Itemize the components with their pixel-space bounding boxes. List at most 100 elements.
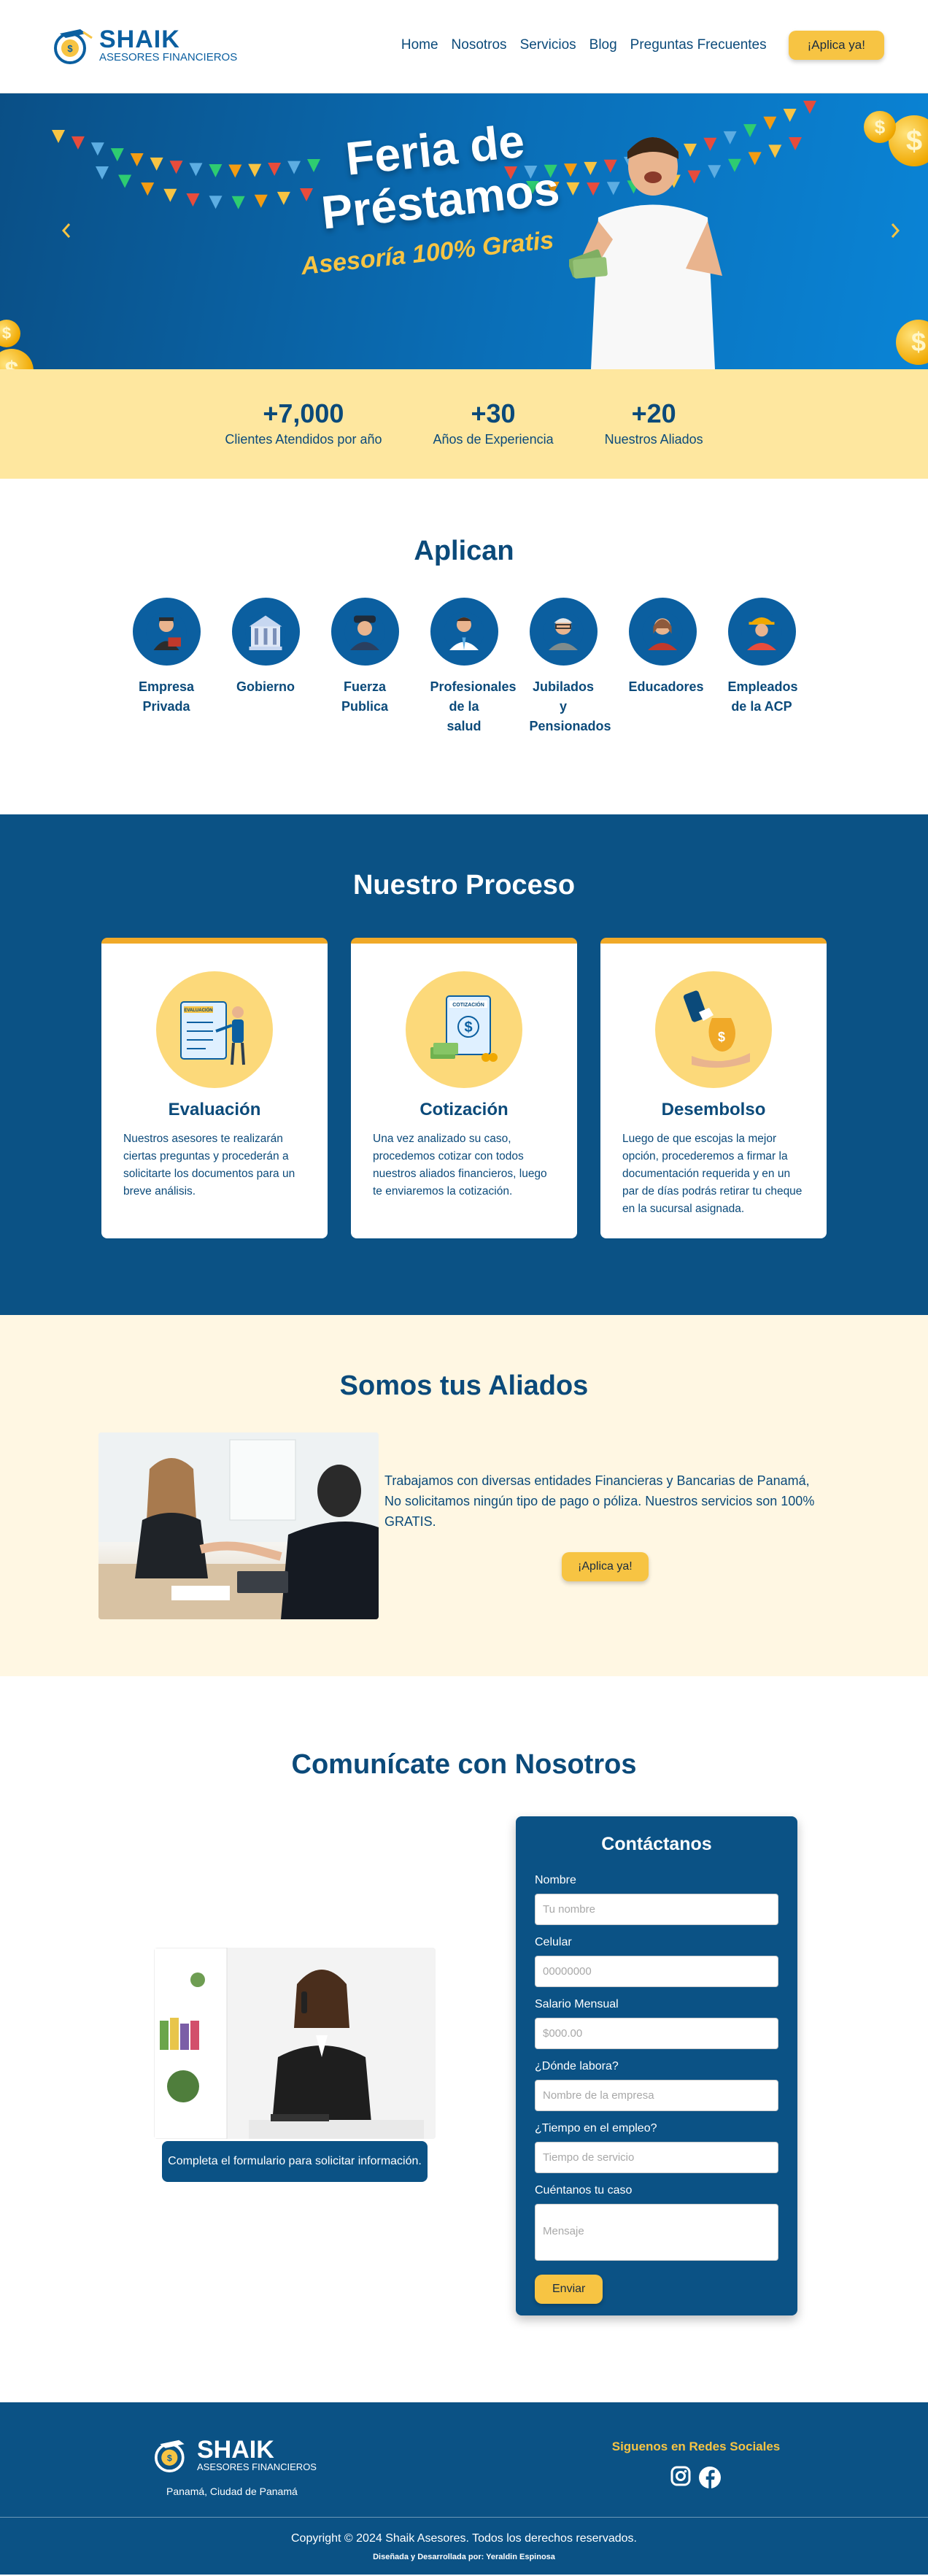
apply-button-aliados[interactable]: ¡Aplica ya! — [562, 1552, 649, 1581]
stat-label: Clientes Atendidos por año — [225, 432, 382, 447]
aliados-section: Somos tus Aliados Trabajamos con diversa… — [0, 1315, 928, 1676]
bunting-flag — [254, 194, 268, 208]
category-label: Empleados de la ACP — [727, 679, 798, 714]
category-icon-circle — [529, 598, 598, 666]
bunting-flag — [783, 108, 797, 122]
bunting-flag — [209, 164, 223, 178]
category-item: Empleados de la ACP — [727, 598, 798, 736]
office-photo — [154, 1948, 436, 2139]
empresa-input[interactable] — [535, 2080, 778, 2111]
section-title: Somos tus Aliados — [339, 1370, 589, 1401]
stat-allies: +20 Nuestros Aliados — [605, 398, 703, 479]
process-step-title: Cotización — [419, 1100, 509, 1119]
tiempo-input[interactable] — [535, 2142, 778, 2173]
retiree-icon — [543, 612, 584, 652]
svg-text:$: $ — [464, 1019, 472, 1036]
stat-label: Nuestros Aliados — [604, 432, 703, 447]
nombre-input[interactable] — [535, 1894, 778, 1925]
copyright-text: Copyright © 2024 Shaik Asesores. Todos l… — [291, 2532, 637, 2545]
bunting-flag — [209, 196, 223, 209]
quote-badge-text: COTIZACIÓN — [452, 1001, 484, 1008]
bunting-flag — [268, 162, 282, 176]
footer-logo[interactable]: $ SHAIK ASESORES FINANCIEROS — [152, 2437, 317, 2472]
main-nav: Home Nosotros Servicios Blog Preguntas F… — [401, 31, 884, 60]
bunting-flag — [186, 193, 200, 207]
field-label-empresa: ¿Dónde labora? — [535, 2060, 619, 2072]
brand-name: SHAIK — [99, 26, 180, 53]
bunting-flag — [277, 191, 290, 205]
bunting-flag — [110, 148, 124, 162]
handshake-illustration — [98, 1432, 379, 1619]
category-item: Profesionales de la salud — [430, 598, 517, 736]
nav-nosotros[interactable]: Nosotros — [452, 37, 507, 53]
coin-icon: $ — [864, 111, 896, 143]
celular-input[interactable] — [535, 1956, 778, 1987]
logo[interactable]: $ SHAIK ASESORES FINANCIEROS — [51, 26, 237, 64]
apply-button-header[interactable]: ¡Aplica ya! — [788, 31, 884, 60]
section-title: Nuestro Proceso — [352, 870, 576, 901]
bunting-flag — [189, 163, 203, 177]
evaluation-badge-text: EVALUACIÓN — [184, 1007, 212, 1013]
category-icon-circle — [628, 598, 697, 666]
footer-brand-name: SHAIK — [197, 2435, 274, 2464]
handshake-photo — [98, 1432, 379, 1619]
category-icon-circle — [430, 598, 498, 666]
category-icon-circle — [727, 598, 796, 666]
process-step-title: Evaluación — [168, 1100, 261, 1119]
section-title: Comunícate con Nosotros — [291, 1749, 637, 1780]
aliados-text: Trabajamos con diversas entidades Financ… — [384, 1473, 815, 1529]
category-icon-circle — [132, 598, 201, 666]
stat-experience: +30 Años de Experiencia — [433, 398, 553, 479]
site-header: $ SHAIK ASESORES FINANCIEROS Home Nosotr… — [0, 0, 928, 93]
process-card-cotizacion: COTIZACIÓN $ Cotización Una vez analizad… — [351, 938, 577, 1238]
site-footer: $ SHAIK ASESORES FINANCIEROS Panamá, Ciu… — [0, 2402, 928, 2575]
process-step-text: Una vez analizado su caso, procedemos co… — [373, 1133, 547, 1198]
stats-band: +7,000 Clientes Atendidos por año +30 Añ… — [0, 369, 928, 479]
stat-value: +30 — [471, 398, 516, 428]
bunting-flag — [768, 144, 782, 158]
bunting-flag — [803, 101, 816, 114]
stat-clients: +7,000 Clientes Atendidos por año — [225, 398, 382, 479]
facebook-icon[interactable] — [698, 2466, 722, 2489]
nav-blog[interactable]: Blog — [589, 37, 617, 53]
bunting-flag — [118, 174, 132, 188]
mensaje-textarea[interactable] — [535, 2204, 778, 2261]
bunting-flag — [789, 137, 802, 150]
category-label: Fuerza Publica — [341, 679, 389, 714]
process-card-desembolso: $ Desembolso Luego de que escojas la mej… — [600, 938, 827, 1238]
bunting-flag — [71, 136, 85, 150]
quote-illustration: COTIZACIÓN $ — [406, 971, 522, 1088]
bunting-flag — [141, 182, 155, 196]
footer-divider — [0, 2517, 928, 2518]
nav-servicios[interactable]: Servicios — [520, 37, 576, 53]
process-step-text: Nuestros asesores te realizarán ciertas … — [123, 1133, 295, 1198]
disbursement-illustration: $ — [655, 971, 772, 1088]
office-caption: Completa el formulario para solicitar in… — [162, 2141, 428, 2182]
instagram-icon[interactable] — [670, 2466, 691, 2486]
field-label-tiempo: ¿Tiempo en el empleo? — [535, 2122, 657, 2135]
section-title: Aplican — [414, 536, 514, 566]
category-label: Gobierno — [236, 679, 295, 694]
social-title: Siguenos en Redes Sociales — [611, 2440, 781, 2453]
category-label: Educadores — [628, 679, 704, 694]
carousel-prev[interactable] — [61, 217, 71, 244]
carousel-next[interactable] — [890, 217, 900, 244]
salario-input[interactable] — [535, 2018, 778, 2049]
process-step-text: Luego de que escojas la mejor opción, pr… — [622, 1133, 803, 1215]
nav-faq[interactable]: Preguntas Frecuentes — [630, 37, 767, 53]
category-item: Educadores — [628, 598, 704, 736]
police-officer-icon — [344, 612, 385, 652]
field-label-nombre: Nombre — [535, 1874, 576, 1886]
bunting-flag — [763, 116, 777, 130]
nav-home[interactable]: Home — [401, 37, 438, 53]
svg-text:$: $ — [67, 43, 73, 54]
government-building-icon — [245, 612, 286, 652]
submit-button[interactable]: Enviar — [535, 2275, 603, 2304]
form-title: Contáctanos — [601, 1834, 712, 1854]
category-icon-circle — [231, 598, 300, 666]
bunting-flag — [743, 124, 757, 138]
svg-text:$: $ — [167, 2453, 172, 2463]
bunting-flag — [748, 152, 762, 166]
quote-document-icon: COTIZACIÓN $ — [430, 995, 498, 1062]
process-step-title: Desembolso — [661, 1100, 766, 1119]
